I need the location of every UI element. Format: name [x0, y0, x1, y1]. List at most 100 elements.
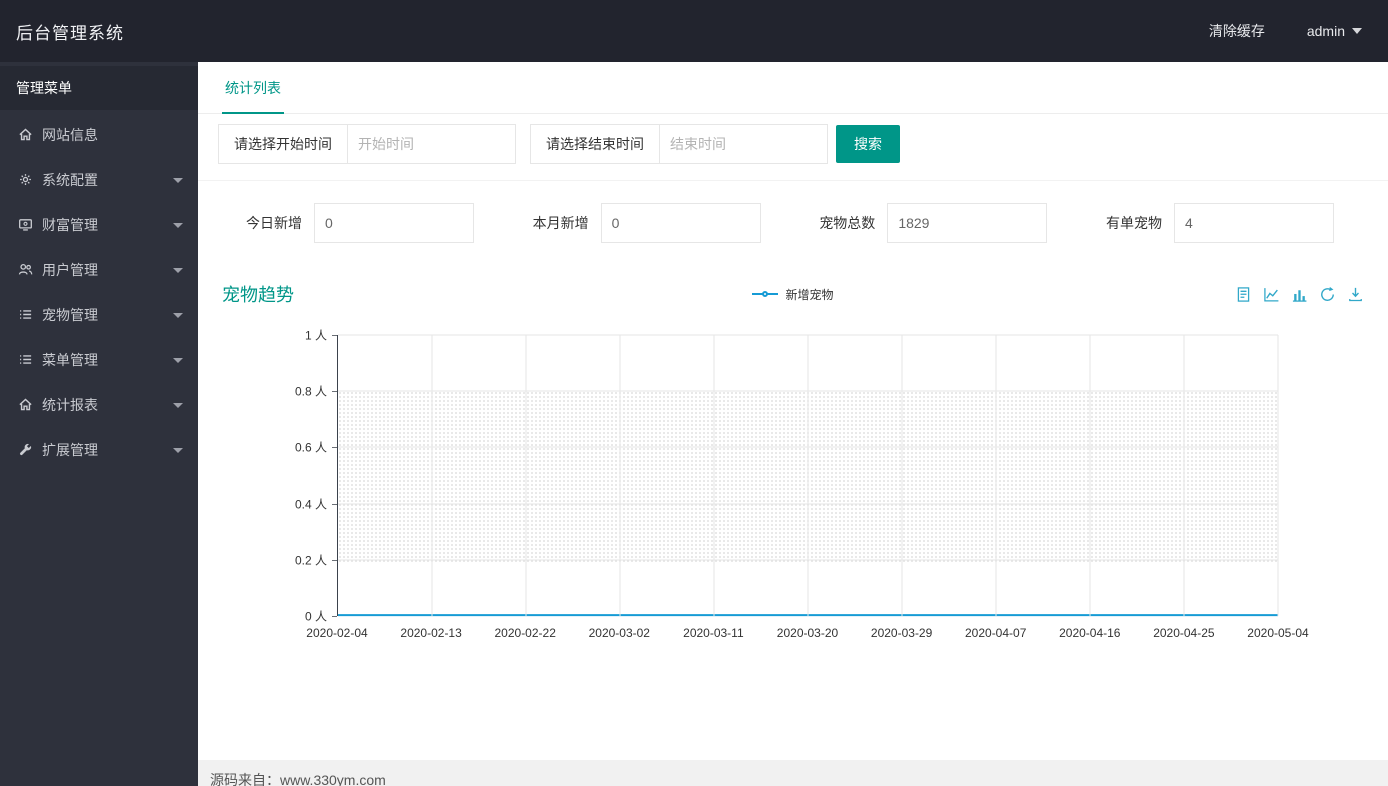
line-chart-icon[interactable] [1263, 286, 1280, 303]
grid-line-horizontal [338, 559, 1278, 561]
stat-input[interactable] [314, 203, 474, 243]
start-date-group: 请选择开始时间 [218, 124, 516, 164]
sidebar-menu-header: 管理菜单 [0, 66, 198, 110]
y-axis-label: 0.8 人 [294, 384, 327, 399]
end-date-label: 请选择结束时间 [530, 124, 660, 164]
chevron-down-icon [173, 222, 183, 228]
sidebar-item-user-management[interactable]: 用户管理 [0, 247, 198, 292]
sidebar-item-site-info[interactable]: 网站信息 [0, 112, 198, 157]
list-icon [17, 307, 33, 323]
sidebar-item-system-config[interactable]: 系统配置 [0, 157, 198, 202]
grid-line-vertical [619, 335, 621, 616]
x-axis-label: 2020-03-11 [683, 626, 744, 640]
grid-line-vertical [713, 335, 715, 616]
chart-toolbox [1235, 286, 1364, 303]
sidebar: 管理菜单 网站信息系统配置财富管理用户管理宠物管理菜单管理统计报表扩展管理 [0, 62, 198, 786]
y-axis-label: 0.6 人 [294, 440, 327, 455]
home-icon [17, 397, 33, 413]
chevron-down-icon [173, 177, 183, 183]
filter-row: 请选择开始时间 请选择结束时间 搜索 [218, 124, 1388, 164]
topbar: 后台管理系统 清除缓存 admin [0, 0, 1388, 62]
stats-row: 今日新增 本月新增 宠物总数 有单宠物 [198, 203, 1388, 243]
user-menu[interactable]: admin [1307, 23, 1362, 39]
stat-group-2: 宠物总数 [819, 203, 1048, 243]
sidebar-item-label: 财富管理 [42, 216, 98, 233]
stat-input[interactable] [1173, 203, 1334, 243]
chevron-down-icon [173, 447, 183, 453]
plot-area [337, 334, 1279, 616]
y-axis: 1 人 0.8 人 0.6 人 0.4 人 0.2 人 0 人 [222, 329, 337, 624]
end-date-group: 请选择结束时间 [530, 124, 828, 164]
sidebar-item-label: 系统配置 [42, 171, 98, 188]
stat-input[interactable] [600, 203, 761, 243]
chevron-down-icon [173, 402, 183, 408]
sidebar-item-label: 宠物管理 [42, 306, 98, 323]
sidebar-item-label: 用户管理 [42, 261, 98, 278]
stat-label: 本月新增 [532, 215, 589, 231]
wrench-icon [17, 442, 33, 458]
stat-label: 今日新增 [246, 215, 302, 231]
sidebar-item-extension-management[interactable]: 扩展管理 [0, 427, 198, 472]
start-date-input[interactable] [348, 124, 516, 164]
sidebar-item-statistics-report[interactable]: 统计报表 [0, 382, 198, 427]
caret-down-icon [1352, 28, 1362, 34]
x-axis-label: 2020-02-04 [306, 626, 368, 640]
search-button[interactable]: 搜索 [836, 125, 900, 163]
chart-header: 宠物趋势 新增宠物 [222, 279, 1364, 309]
grid-line-vertical [431, 335, 433, 616]
gears-icon [17, 172, 33, 188]
sidebar-item-label: 统计报表 [42, 396, 98, 413]
grid-line-vertical [901, 335, 903, 616]
legend-item-new-pets[interactable]: 新增宠物 [222, 286, 1364, 303]
x-axis-label: 2020-03-20 [776, 626, 839, 640]
grid-line-vertical [1183, 335, 1185, 616]
chevron-down-icon [173, 267, 183, 273]
sidebar-item-label: 扩展管理 [42, 441, 98, 458]
x-axis-label: 2020-02-13 [400, 626, 462, 640]
y-axis-label: 0 人 [304, 609, 327, 624]
x-axis-label: 2020-04-07 [964, 626, 1027, 640]
grid-line-vertical [995, 335, 997, 616]
x-axis-labels: 2020-02-04 2020-02-13 2020-02-22 2020-03-02… [306, 622, 1308, 646]
refresh-icon[interactable] [1319, 286, 1336, 303]
x-axis-label: 2020-02-22 [494, 626, 556, 640]
username: admin [1306, 23, 1345, 39]
data-view-icon[interactable] [1235, 286, 1252, 303]
y-axis-label: 0.2 人 [294, 553, 327, 568]
chart-section: 宠物趋势 新增宠物 1 人 0.8 人 0.6 人 0.4 人 0.2 人 0 人 202… [198, 279, 1388, 646]
end-date-input[interactable] [660, 124, 828, 164]
sidebar-item-wealth-management[interactable]: 财富管理 [0, 202, 198, 247]
tab-statistics-list[interactable]: 统计列表 [222, 62, 284, 114]
grid-line-horizontal [338, 390, 1278, 392]
bar-chart-icon[interactable] [1291, 286, 1308, 303]
sidebar-item-label: 菜单管理 [42, 351, 98, 368]
stat-group-3: 有单宠物 [1106, 203, 1334, 243]
stat-input[interactable] [887, 203, 1048, 243]
sidebar-item-pet-management[interactable]: 宠物管理 [0, 292, 198, 337]
sidebar-item-menu-management[interactable]: 菜单管理 [0, 337, 198, 382]
footer: 源码来自：www.330ym.com [198, 760, 1388, 786]
clear-cache-link[interactable]: 清除缓存 [1209, 21, 1265, 41]
legend-line-marker-icon [752, 289, 779, 299]
download-icon[interactable] [1347, 286, 1364, 303]
x-axis-label: 2020-05-04 [1247, 626, 1309, 640]
sidebar-menu: 网站信息系统配置财富管理用户管理宠物管理菜单管理统计报表扩展管理 [0, 110, 198, 472]
x-axis-label: 2020-04-16 [1059, 626, 1121, 640]
divider [198, 180, 1388, 181]
app-title: 后台管理系统 [16, 23, 124, 43]
home-icon [17, 127, 33, 143]
topbar-right: 清除缓存 admin [1209, 21, 1388, 41]
start-date-label: 请选择开始时间 [218, 124, 348, 164]
stat-label: 宠物总数 [819, 215, 876, 231]
y-axis-label: 0.4 人 [294, 497, 327, 512]
x-axis-label: 2020-03-29 [870, 626, 933, 640]
x-axis-label: 2020-03-02 [588, 626, 650, 640]
y-axis-label: 1 人 [304, 328, 327, 343]
grid-line-horizontal [338, 503, 1278, 505]
tabbar: 统计列表 [198, 62, 1388, 114]
tab-label: 统计列表 [225, 79, 281, 96]
grid-line-vertical [525, 335, 527, 616]
sidebar-item-label: 网站信息 [42, 126, 98, 143]
chart-body: 1 人 0.8 人 0.6 人 0.4 人 0.2 人 0 人 [222, 329, 1364, 624]
chevron-down-icon [173, 312, 183, 318]
